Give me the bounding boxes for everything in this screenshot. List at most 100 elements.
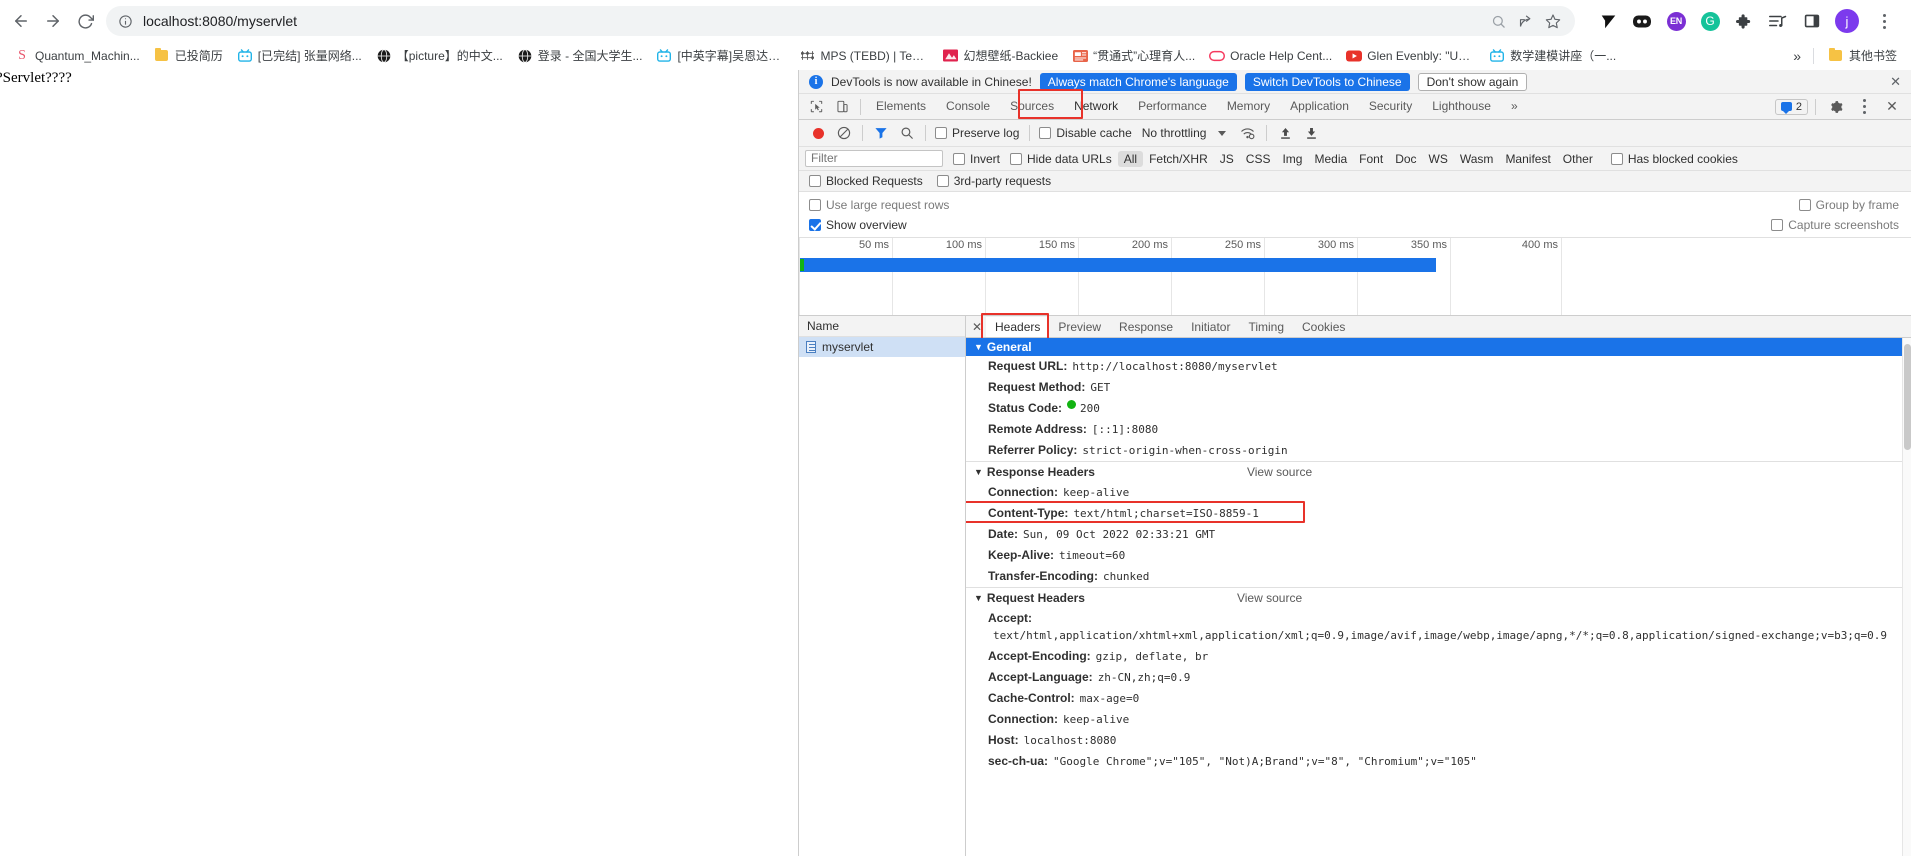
checkbox-box[interactable] (809, 175, 821, 187)
filter-type-js[interactable]: JS (1214, 151, 1240, 167)
bookmark-item[interactable]: 【picture】的中文... (370, 45, 509, 66)
detail-tab-response[interactable]: Response (1110, 317, 1182, 337)
filter-input[interactable]: Filter (805, 150, 943, 167)
hide-data-urls-checkbox[interactable]: Hide data URLs (1010, 152, 1112, 166)
filter-type-all[interactable]: All (1117, 150, 1144, 167)
close-devtools-icon[interactable]: ✕ (1879, 95, 1905, 119)
filter-type-doc[interactable]: Doc (1389, 151, 1422, 167)
bookmark-item[interactable]: MPS (TEBD) | Tens... (793, 46, 934, 66)
section-header-response-headers[interactable]: ▼ Response Headers View source (966, 461, 1911, 482)
capture-screenshots-checkbox[interactable]: Capture screenshots (1771, 218, 1899, 232)
tab-security[interactable]: Security (1359, 95, 1422, 118)
show-overview-checkbox[interactable]: Show overview (809, 218, 907, 232)
close-details-icon[interactable]: ✕ (968, 320, 986, 334)
back-button[interactable] (6, 6, 36, 36)
bookmark-item[interactable]: 数学建模讲座（一... (1483, 45, 1622, 66)
address-bar-url[interactable]: localhost:8080/myservlet (143, 13, 297, 29)
checkbox-box[interactable] (1010, 152, 1023, 165)
has-blocked-cookies-checkbox[interactable]: Has blocked cookies (1610, 152, 1738, 166)
disable-cache-checkbox[interactable]: Disable cache (1039, 126, 1132, 140)
more-options-icon[interactable] (1851, 95, 1877, 119)
group-by-frame-checkbox[interactable]: Group by frame (1798, 198, 1899, 212)
tab-sources[interactable]: Sources (1000, 95, 1064, 118)
use-large-request-rows-checkbox[interactable]: Use large request rows (809, 198, 949, 212)
view-source-link[interactable]: View source (1247, 465, 1312, 479)
gear-icon[interactable] (1823, 95, 1849, 119)
export-har-icon[interactable] (1298, 121, 1324, 145)
bookmark-item[interactable]: 已投简历 (148, 45, 229, 66)
other-bookmarks-folder[interactable]: 其他书签 (1822, 45, 1903, 66)
device-toolbar-icon[interactable] (829, 95, 855, 119)
headers-scroll-area[interactable]: ▼ General Request URL: http://localhost:… (966, 338, 1911, 856)
bookmark-item[interactable]: Oracle Help Cent... (1203, 46, 1338, 66)
throttling-select[interactable]: No throttling (1142, 126, 1207, 140)
preserve-log-checkbox[interactable]: Preserve log (935, 126, 1019, 140)
english-extension-icon[interactable]: EN (1665, 10, 1687, 32)
view-source-link[interactable]: View source (1237, 591, 1302, 605)
detail-tab-cookies[interactable]: Cookies (1293, 317, 1354, 337)
checkbox-box[interactable] (1039, 127, 1052, 139)
tab-memory[interactable]: Memory (1217, 95, 1280, 118)
site-info-icon[interactable] (118, 14, 133, 29)
clear-button[interactable] (831, 121, 857, 145)
extensions-puzzle-icon[interactable] (1733, 10, 1755, 32)
checkbox-box[interactable] (1610, 152, 1623, 165)
filter-type-css[interactable]: CSS (1240, 151, 1277, 167)
search-icon[interactable] (894, 121, 920, 145)
checkbox-box[interactable] (1771, 219, 1784, 231)
import-har-icon[interactable] (1272, 121, 1298, 145)
request-list-header[interactable]: Name (799, 316, 965, 337)
record-button[interactable] (805, 121, 831, 145)
more-tabs-button[interactable]: » (1501, 95, 1528, 118)
bookmark-item[interactable]: [已完结] 张量网络... (231, 45, 368, 66)
checkbox-box[interactable] (936, 175, 949, 187)
chrome-menu-icon[interactable] (1871, 13, 1897, 29)
side-panel-icon[interactable] (1801, 10, 1823, 32)
detail-tab-headers[interactable]: Headers (986, 316, 1050, 337)
bookmark-item[interactable]: 登录 - 全国大学生... (511, 45, 649, 66)
bookmarks-overflow-button[interactable]: » (1783, 48, 1811, 64)
details-scrollbar[interactable] (1902, 338, 1911, 856)
detail-tab-initiator[interactable]: Initiator (1182, 317, 1239, 337)
inspect-element-icon[interactable] (803, 95, 829, 119)
reload-button[interactable] (70, 6, 100, 36)
filter-type-img[interactable]: Img (1276, 151, 1308, 167)
lens-search-icon[interactable] (1491, 14, 1506, 29)
filter-type-ws[interactable]: WS (1423, 151, 1454, 167)
tab-application[interactable]: Application (1280, 95, 1359, 118)
network-conditions-icon[interactable] (1234, 121, 1260, 145)
profile-avatar[interactable]: j (1835, 9, 1859, 33)
readwise-extension-icon[interactable] (1597, 10, 1619, 32)
detail-tab-preview[interactable]: Preview (1049, 317, 1110, 337)
filter-type-wasm[interactable]: Wasm (1454, 151, 1500, 167)
section-header-request-headers[interactable]: ▼ Request Headers View source (966, 587, 1911, 608)
filter-toggle-icon[interactable] (868, 121, 894, 145)
section-header-general[interactable]: ▼ General (966, 338, 1911, 356)
network-overview-timeline[interactable]: 50 ms 100 ms 150 ms 200 ms 250 ms 300 ms… (799, 238, 1911, 316)
bookmark-item[interactable]: Glen Evenbly: "Usi... (1340, 46, 1481, 66)
filter-type-media[interactable]: Media (1308, 151, 1353, 167)
close-infobar-icon[interactable]: ✕ (1890, 74, 1905, 90)
bookmark-star-icon[interactable] (1545, 13, 1561, 29)
share-icon[interactable] (1518, 14, 1533, 29)
issues-badge[interactable]: 2 (1774, 98, 1808, 115)
checkbox-box[interactable] (935, 127, 947, 139)
bookmark-item[interactable]: “贯通式”心理育人... (1066, 45, 1201, 66)
table-row[interactable]: myservlet (799, 337, 965, 357)
detail-tab-timing[interactable]: Timing (1239, 317, 1293, 337)
switch-devtools-to-chinese-button[interactable]: Switch DevTools to Chinese (1244, 72, 1410, 91)
filter-type-manifest[interactable]: Manifest (1499, 151, 1556, 167)
tab-lighthouse[interactable]: Lighthouse (1422, 95, 1501, 118)
invert-checkbox[interactable]: Invert (953, 152, 1000, 166)
tab-network[interactable]: Network (1064, 95, 1128, 118)
tab-performance[interactable]: Performance (1128, 95, 1217, 118)
tab-elements[interactable]: Elements (866, 95, 936, 118)
filter-type-font[interactable]: Font (1353, 151, 1389, 167)
chevron-down-icon[interactable] (1218, 130, 1227, 136)
checkbox-box[interactable] (809, 199, 821, 211)
filter-type-other[interactable]: Other (1557, 151, 1599, 167)
blocked-requests-checkbox[interactable]: Blocked Requests (809, 174, 923, 188)
bookmark-item[interactable]: S Quantum_Machin... (8, 46, 146, 66)
bookmark-item[interactable]: 幻想壁纸-Backiee (936, 45, 1064, 66)
third-party-requests-checkbox[interactable]: 3rd-party requests (936, 174, 1051, 188)
